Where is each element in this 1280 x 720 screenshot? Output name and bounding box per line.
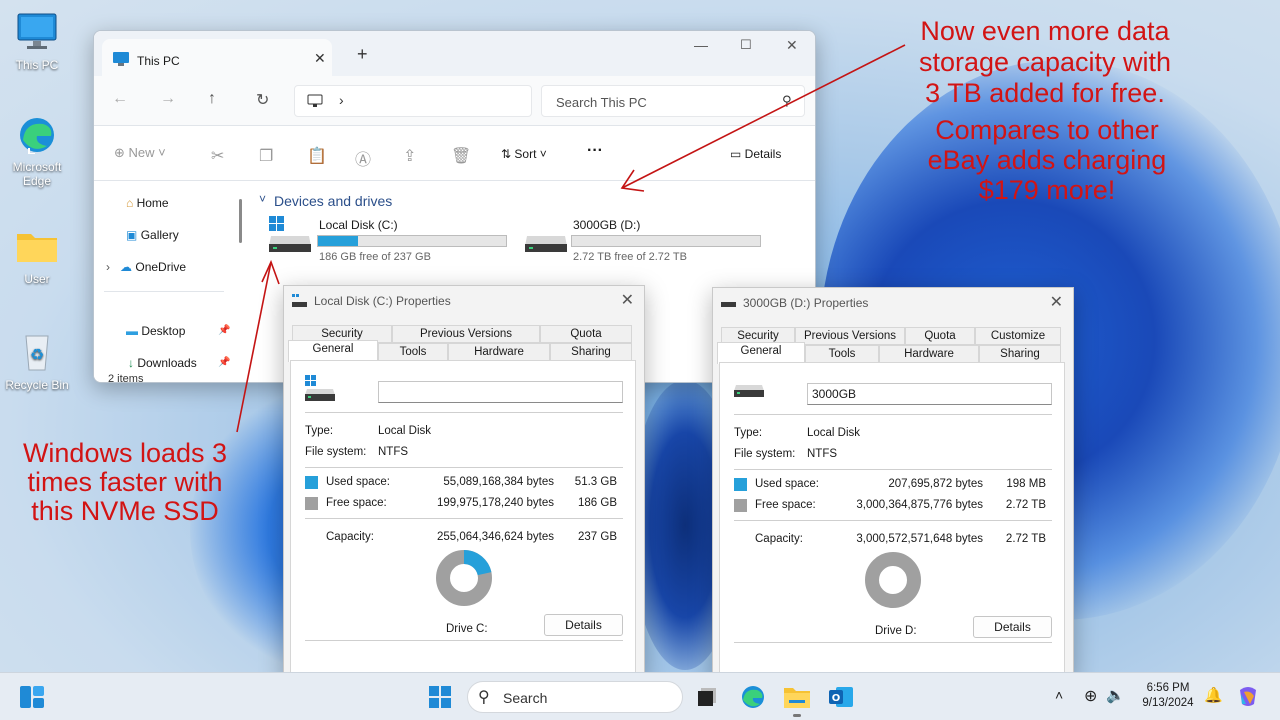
- file-explorer-icon[interactable]: [783, 684, 811, 710]
- clock-time: 6:56 PM: [1146, 682, 1190, 694]
- network-icon[interactable]: ⊕: [1084, 686, 1097, 706]
- taskbar-search[interactable]: ⚲ Search: [467, 681, 683, 713]
- callout-line: Compares to other: [935, 115, 1159, 145]
- callout-line: times faster with: [27, 467, 223, 497]
- widgets-icon[interactable]: [19, 685, 45, 709]
- active-app-indicator: [793, 714, 801, 717]
- arrow-to-drive-c: [236, 261, 272, 433]
- task-view-icon[interactable]: [697, 687, 717, 707]
- outlook-icon[interactable]: O: [828, 684, 854, 710]
- clock[interactable]: 6:56 PM 9/13/2024: [1132, 682, 1204, 709]
- notification-bell-icon[interactable]: 🔔: [1204, 686, 1223, 704]
- callout-speed: Windows loads 3 times faster with this N…: [0, 439, 250, 526]
- copilot-icon[interactable]: [1236, 684, 1260, 708]
- search-icon: ⚲: [478, 689, 490, 706]
- callout-line: Windows loads 3: [22, 438, 228, 468]
- arrow-to-drive-d-head: [620, 169, 645, 192]
- callout-line: 3 TB added for free.: [925, 78, 1165, 108]
- callout-line: eBay adds charging: [927, 145, 1167, 175]
- volume-icon[interactable]: 🔈: [1106, 686, 1125, 704]
- taskbar: ⚲ Search O ˄ ⊕ 🔈 6:56 PM 9/13/2024 🔔: [0, 672, 1280, 720]
- arrow-to-drive-d: [621, 44, 906, 189]
- callout-compare: Compares to other eBay adds charging $17…: [897, 115, 1197, 205]
- callout-line: Now even more data: [920, 16, 1170, 46]
- callout-capacity: Now even more data storage capacity with…: [895, 16, 1195, 109]
- callout-line: storage capacity with: [918, 47, 1172, 77]
- edge-icon[interactable]: [740, 684, 766, 710]
- svg-text:O: O: [832, 693, 841, 704]
- clock-date: 9/13/2024: [1142, 697, 1194, 709]
- show-hidden-icons-icon[interactable]: ˄: [1055, 687, 1063, 703]
- callout-line: this NVMe SSD: [31, 496, 219, 526]
- callout-line: $179 more!: [978, 175, 1116, 205]
- taskbar-search-label: Search: [503, 690, 548, 706]
- start-icon[interactable]: [428, 685, 452, 709]
